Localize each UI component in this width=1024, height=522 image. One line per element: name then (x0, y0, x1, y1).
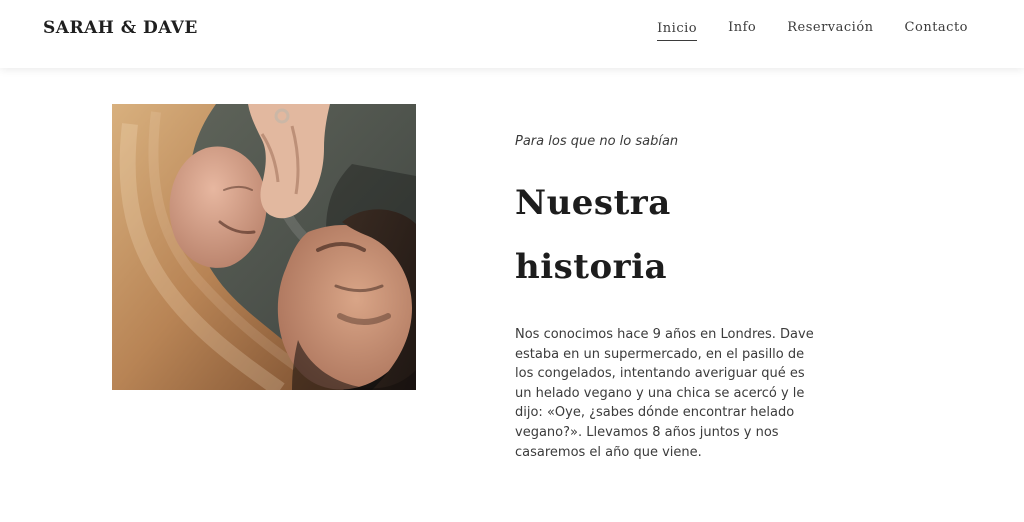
story-section: Para los que no lo sabían Nuestra histor… (515, 134, 815, 462)
nav-contacto[interactable]: Contacto (905, 20, 968, 41)
nav-inicio[interactable]: Inicio (657, 21, 698, 41)
story-body: Nos conocimos hace 9 años en Londres. Da… (515, 327, 814, 460)
nav-info[interactable]: Info (728, 20, 756, 41)
couple-photo-illustration (112, 104, 416, 390)
story-kicker: Para los que no lo sabían (515, 134, 679, 149)
site-logo-text[interactable]: SARAH & DAVE (43, 18, 198, 38)
couple-photo (112, 104, 416, 390)
nav-reservacion[interactable]: Reservación (787, 20, 873, 41)
site-header: SARAH & DAVE Inicio Info Reservación Con… (0, 0, 1024, 68)
main-nav: Inicio Info Reservación Contacto (657, 20, 968, 41)
story-title: Nuestra historia (515, 183, 671, 287)
